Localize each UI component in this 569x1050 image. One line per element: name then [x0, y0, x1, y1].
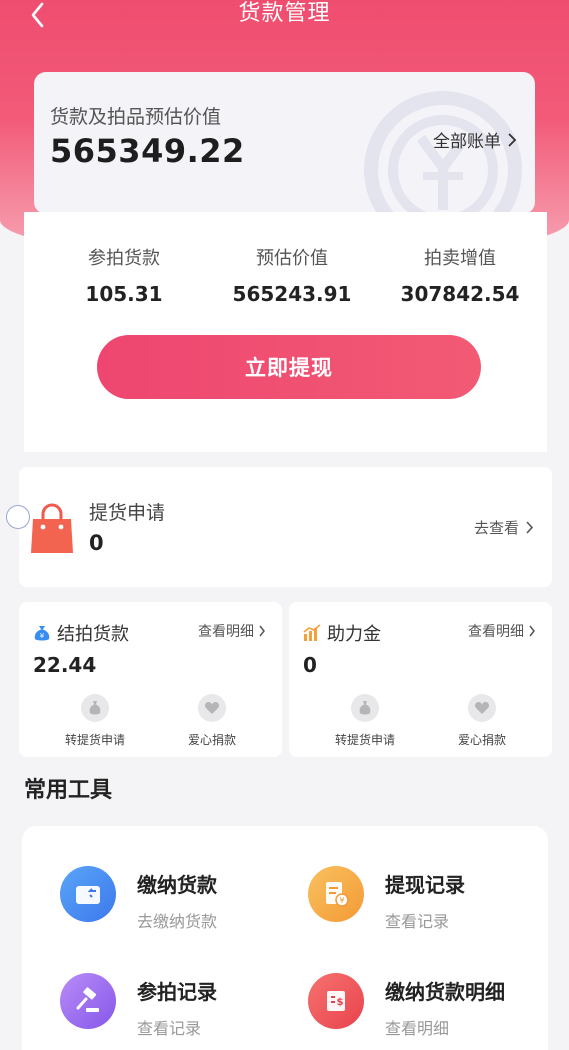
settled-header: ¥ 结拍货款 — [33, 620, 129, 646]
assist-value: 0 — [303, 653, 317, 677]
tool-payment-details[interactable]: $ 缴纳货款明细 查看明细 — [308, 973, 505, 1039]
heart-icon — [468, 694, 496, 722]
chevron-right-icon — [526, 521, 534, 534]
svg-text:$: $ — [337, 997, 344, 1008]
svg-text:¥: ¥ — [40, 632, 45, 640]
charity-donation-button[interactable]: 爱心捐款 — [432, 694, 532, 748]
chevron-right-icon — [508, 132, 517, 147]
money-bag-icon — [81, 694, 109, 722]
action-label: 爱心捐款 — [457, 733, 506, 747]
stats-card: 参拍货款 105.31 预估价值 565243.91 拍卖增值 307842.5… — [24, 212, 547, 452]
stat-label: 参拍货款 — [88, 248, 160, 269]
money-bag-icon: ¥ — [34, 626, 50, 641]
tool-title: 参拍记录 — [137, 980, 217, 1004]
detail-label: 查看明细 — [198, 624, 254, 640]
tool-subtitle: 查看明细 — [385, 1019, 450, 1038]
tool-text: 缴纳货款 去缴纳货款 — [137, 869, 217, 932]
assist-title: 助力金 — [327, 624, 381, 645]
pickup-count: 0 — [89, 531, 104, 555]
tool-text: 缴纳货款明细 查看明细 — [385, 976, 505, 1039]
tool-title: 提现记录 — [385, 873, 465, 897]
settled-payment-card: ¥ 结拍货款 查看明细 22.44 转提货申请 爱心捐款 — [19, 602, 282, 757]
money-bag-icon — [351, 694, 379, 722]
assist-detail-link[interactable]: 查看明细 — [468, 621, 536, 641]
settled-detail-link[interactable]: 查看明细 — [198, 621, 266, 641]
go-view-link[interactable]: 去查看 — [474, 517, 534, 538]
settled-value: 22.44 — [33, 653, 97, 677]
bar-chart-icon — [303, 624, 321, 641]
settled-title: 结拍货款 — [57, 624, 129, 645]
stat-value: 565243.91 — [232, 282, 352, 306]
summary-label: 货款及拍品预估价值 — [50, 106, 222, 128]
tool-text: 提现记录 查看记录 — [385, 869, 465, 932]
summary-card: 货款及拍品预估价值 565349.22 全部账单 — [34, 72, 535, 214]
heart-icon — [198, 694, 226, 722]
go-view-label: 去查看 — [473, 519, 519, 537]
page-title: 货款管理 — [238, 1, 331, 26]
assist-fund-card: 助力金 查看明细 0 转提货申请 爱心捐款 — [289, 602, 552, 757]
tool-bid-records[interactable]: 参拍记录 查看记录 — [60, 973, 217, 1039]
all-bills-link[interactable]: 全部账单 — [433, 127, 517, 152]
tool-withdraw-records[interactable]: ¥ 提现记录 查看记录 — [308, 866, 465, 932]
transfer-pickup-button[interactable]: 转提货申请 — [45, 694, 145, 748]
gavel-icon — [60, 973, 116, 1029]
yen-coin-icon — [364, 91, 522, 214]
all-bills-label: 全部账单 — [433, 132, 501, 152]
action-label: 转提货申请 — [334, 733, 395, 747]
pickup-title: 提货申请 — [89, 502, 166, 524]
stat-bid-payment: 参拍货款 105.31 — [37, 244, 211, 306]
stat-appreciation: 拍卖增值 307842.54 — [373, 244, 547, 306]
receipt-icon: ¥ — [308, 866, 364, 922]
charity-donation-button[interactable]: 爱心捐款 — [162, 694, 262, 748]
tool-subtitle: 查看记录 — [137, 1019, 202, 1038]
tool-text: 参拍记录 查看记录 — [137, 976, 217, 1039]
tools-card: 缴纳货款 去缴纳货款 ¥ 提现记录 查看记录 参拍记录 查看记录 $ 缴纳货款明… — [22, 826, 548, 1050]
stat-value: 307842.54 — [400, 282, 520, 306]
chevron-right-icon — [529, 625, 535, 637]
stat-label: 预估价值 — [256, 248, 328, 269]
svg-text:¥: ¥ — [339, 896, 344, 905]
withdraw-button[interactable]: 立即提现 — [97, 335, 481, 399]
chevron-right-icon — [259, 625, 265, 637]
tool-subtitle: 去缴纳货款 — [137, 912, 218, 931]
action-label: 转提货申请 — [64, 733, 125, 747]
bill-icon: $ — [308, 973, 364, 1029]
stat-label: 拍卖增值 — [424, 248, 496, 269]
transfer-pickup-button[interactable]: 转提货申请 — [315, 694, 415, 748]
tool-title: 缴纳货款明细 — [385, 980, 505, 1004]
tool-pay-goods[interactable]: 缴纳货款 去缴纳货款 — [60, 866, 217, 932]
summary-value: 565349.22 — [50, 132, 245, 170]
wallet-icon — [60, 866, 116, 922]
pickup-request-card[interactable]: 提货申请 0 去查看 — [6, 467, 552, 587]
tools-heading: 常用工具 — [24, 778, 113, 803]
action-label: 爱心捐款 — [187, 733, 236, 747]
stat-estimated-value: 预估价值 565243.91 — [205, 244, 379, 306]
tool-title: 缴纳货款 — [137, 873, 217, 897]
stat-value: 105.31 — [85, 282, 163, 306]
tool-subtitle: 查看记录 — [385, 912, 450, 931]
assist-header: 助力金 — [303, 620, 381, 646]
shopping-bag-icon — [31, 503, 73, 553]
detail-label: 查看明细 — [468, 624, 524, 640]
float-handle[interactable] — [6, 505, 30, 529]
